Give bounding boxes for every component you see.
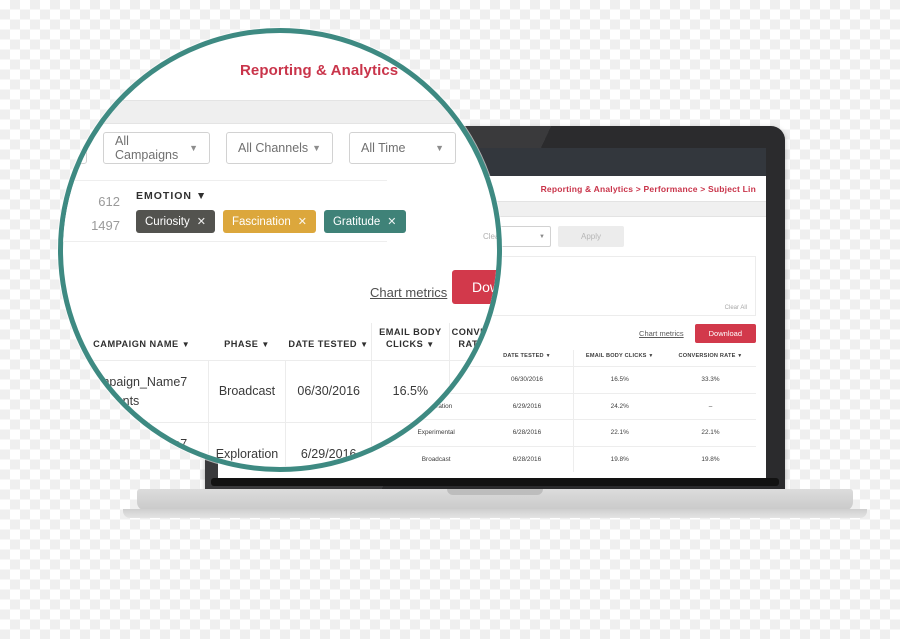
cell-phase: Broadcast	[207, 359, 286, 423]
sort-caret-icon: ▼	[545, 353, 551, 359]
cell-phase: Exploration	[207, 422, 286, 467]
header-label: PHASE	[224, 338, 259, 349]
filter-bar-zoomed: All Campaigns ▼ All Channels ▼ All Time …	[65, 132, 456, 164]
filter-label: All Channels	[238, 141, 309, 155]
sort-caret-icon: ▼	[360, 339, 369, 349]
column-header-date-tested[interactable]: DATE TESTED ▼	[286, 323, 372, 360]
emotion-panel-zoomed: 612 1497 EMOTION ▼ Curiosity ✕ Fascinati…	[63, 180, 406, 242]
chart-metrics-link[interactable]: Chart metrics	[639, 329, 684, 338]
header-label: DATE TESTED	[503, 353, 544, 359]
magnifier-content: Reporting & Analytics All Campaigns ▼ Al…	[63, 33, 502, 467]
sub-bar	[103, 100, 497, 124]
sort-caret-icon: ▼	[737, 353, 743, 359]
page-title: Reporting & Analytics	[240, 62, 399, 79]
close-icon[interactable]: ✕	[387, 215, 396, 228]
cell-conversion: –	[664, 392, 756, 420]
tag-label: Gratitude	[332, 215, 381, 228]
filter-select-campaigns[interactable]: All Campaigns ▼	[103, 132, 210, 164]
filter-label: All Campaigns	[115, 134, 179, 162]
metrics-column: 612 1497	[63, 181, 128, 238]
column-header-phase[interactable]: PHASE ▼	[208, 323, 285, 360]
close-icon[interactable]: ✕	[197, 215, 206, 228]
table-header-row: CAMPAIGN NAME ▼ PHASE ▼ DATE TESTED ▼ EM…	[75, 323, 497, 361]
metric-value: 612	[98, 194, 120, 209]
laptop-foot	[123, 509, 867, 518]
tag-label: Fascination	[231, 215, 291, 228]
cell-clicks: 22.1%	[573, 419, 665, 447]
cell-clicks: 16.5%	[371, 359, 450, 423]
sort-caret-icon: ▼	[261, 339, 270, 349]
filter-select-channels[interactable]: All Channels ▼	[226, 132, 333, 164]
chevron-down-icon: ▼	[435, 143, 444, 153]
column-header-email-body-clicks[interactable]: EMAIL BODY CLICKS ▼	[371, 323, 450, 361]
download-button[interactable]: Download	[694, 324, 756, 343]
close-icon[interactable]: ✕	[298, 215, 307, 228]
cell-conversion: 33.3%	[664, 365, 756, 394]
cell-campaign-name: Campaign_Name7 415 Pants	[75, 359, 209, 423]
header-label: DATE TESTED	[288, 338, 357, 349]
column-header-email-body-clicks[interactable]: EMAIL BODY CLICKS ▼	[573, 350, 665, 367]
cell-clicks: 24.2%	[573, 392, 665, 420]
ghost-text: part of this	[450, 383, 481, 390]
scene: [PERSADO] Reporting & Analytics > Perfor…	[0, 0, 900, 639]
apply-button[interactable]: Apply	[558, 226, 624, 247]
header-label: EMAIL BODY CLICKS	[585, 353, 647, 359]
sort-caret-icon: ▼	[426, 339, 435, 349]
magnifier-lens: Reporting & Analytics All Campaigns ▼ Al…	[58, 28, 502, 472]
cell-clicks: 16.5%	[573, 365, 665, 394]
metric-value: 1497	[91, 218, 120, 233]
cell-conversion: 22.1%	[664, 419, 756, 447]
filter-select-time[interactable]: All Time ▼	[349, 132, 456, 164]
chevron-down-icon: ▼	[312, 143, 321, 153]
tag-label: Curiosity	[145, 215, 190, 228]
download-button[interactable]: Download	[452, 270, 497, 304]
laptop-base	[137, 489, 853, 511]
chevron-down-icon: ▼	[539, 233, 545, 240]
ghost-text: count: get free shipping as part of	[423, 445, 500, 452]
cell-conversion: 33.3%	[448, 359, 497, 423]
cell-campaign-name: Campaign_Name7 415 Pants1345...	[75, 422, 209, 467]
cell-clicks: 19.8%	[573, 445, 665, 473]
filter-select-partial[interactable]	[65, 132, 87, 164]
emotion-tag-gratitude[interactable]: Gratitude ✕	[323, 210, 406, 233]
cell-date: 6/29/2016	[285, 422, 372, 467]
column-header-campaign-name[interactable]: CAMPAIGN NAME ▼	[75, 323, 208, 360]
ghost-text: amazing sales event!	[445, 417, 502, 424]
emotion-label-text: EMOTION	[136, 190, 192, 202]
filter-label: All Time	[361, 141, 406, 155]
sort-caret-icon: ▼	[648, 353, 654, 359]
clear-all-link[interactable]: Clear All	[725, 305, 747, 311]
chevron-down-icon: ▼	[195, 190, 208, 202]
sort-caret-icon: ▼	[487, 339, 497, 349]
clear-all-link[interactable]: Clear All	[483, 232, 497, 241]
emotion-tag-curiosity[interactable]: Curiosity ✕	[136, 210, 215, 233]
emotion-tag-fascination[interactable]: Fascination ✕	[222, 210, 316, 233]
header-label: CAMPAIGN NAME	[93, 338, 179, 349]
cell-date: 06/30/2016	[285, 359, 372, 423]
table-row[interactable]: Campaign_Name7 415 Pants Broadcast 06/30…	[75, 359, 497, 423]
cell-conversion: 19.8%	[664, 445, 756, 473]
chart-metrics-link[interactable]: Chart metrics	[370, 285, 447, 300]
chevron-down-icon: ▼	[189, 143, 198, 153]
laptop-hinge	[211, 478, 779, 486]
sort-caret-icon: ▼	[181, 339, 191, 349]
emotion-tag-list: Curiosity ✕ Fascination ✕ Gratitude ✕	[136, 210, 406, 233]
emotion-label[interactable]: EMOTION ▼	[136, 190, 387, 202]
laptop-trackpad-notch	[447, 489, 543, 495]
column-header-conversion-rate[interactable]: CONVERSION RATE ▼	[448, 323, 497, 361]
column-header-conversion-rate[interactable]: CONVERSION RATE ▼	[665, 350, 756, 366]
header-label: CONVERSION RATE	[678, 353, 736, 359]
